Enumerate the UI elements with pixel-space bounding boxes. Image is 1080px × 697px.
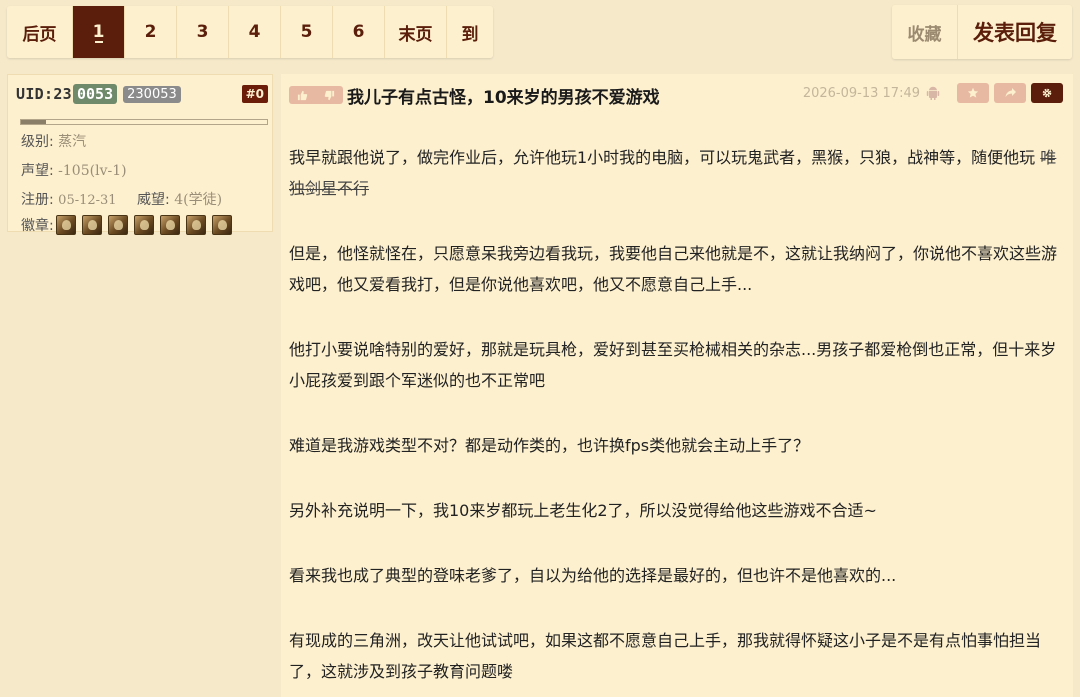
medals-row: 徽章:	[21, 215, 238, 235]
share-icon[interactable]	[994, 83, 1026, 103]
prestige-label: 声望:	[21, 163, 54, 179]
uid-highlight[interactable]: 0053	[73, 84, 118, 104]
floor-number[interactable]: #0	[241, 85, 268, 103]
page-button[interactable]: 5	[281, 6, 333, 58]
gear-icon[interactable]	[1031, 83, 1063, 103]
favorite-button[interactable]: 收藏	[892, 5, 958, 59]
thumbs-up-icon[interactable]	[289, 86, 316, 104]
level-progress-bar	[20, 119, 268, 125]
post-time: 2026-09-13 17:49	[802, 85, 920, 101]
level-progress-fill	[21, 120, 46, 124]
page-button[interactable]: 到	[447, 6, 493, 58]
post-paragraph: 他打小要说啥特别的爱好，那就是玩具枪，爱好到甚至买枪械相关的杂志...男孩子都爱…	[289, 340, 1057, 390]
page-button[interactable]: 末页	[385, 6, 447, 58]
reg-label: 注册:	[21, 192, 54, 208]
page-button[interactable]: 6	[333, 6, 385, 58]
post-paragraph: 看来我也成了典型的登味老爹了，自以为给他的选择是最好的，但也许不是他喜欢的...	[289, 566, 897, 585]
page-button[interactable]: 2	[125, 6, 177, 58]
level-label: 级别:	[21, 134, 54, 150]
medals-label: 徽章:	[21, 218, 54, 234]
power-label: 威望:	[137, 192, 170, 208]
pagination: 后页 1 2 3 4 5 6 末页到	[7, 6, 493, 58]
paragraph-text: 我早就跟他说了，做完作业后，允许他玩1小时我的电脑，可以玩鬼武者，黑猴，只狼，战…	[289, 148, 1041, 167]
user-info-panel: UID:23 0053 230053 #0 级别: 蒸汽 声望: -105(lv…	[7, 74, 273, 235]
post-paragraph: 另外补充说明一下，我10来岁都玩上老生化2了，所以没觉得给他这些游戏不合适~	[289, 501, 877, 520]
post-body: 我早就跟他说了，做完作业后，允许他玩1小时我的电脑，可以玩鬼武者，黑猴，只狼，战…	[289, 142, 1059, 697]
page-button[interactable]: 后页	[7, 6, 73, 58]
level-value: 蒸汽	[58, 134, 87, 150]
post-content: 我儿子有点古怪，10来岁的男孩不爱游戏 2026-09-13 17:49 我早就…	[281, 74, 1073, 697]
post-paragraph: 难道是我游戏类型不对？都是动作类的，也许换fps类他就会主动上手了？	[289, 436, 810, 455]
post-container: UID:23 0053 230053 #0 级别: 蒸汽 声望: -105(lv…	[0, 66, 1080, 697]
prestige-value: -105(lv-1)	[58, 163, 127, 179]
power-value: 4(学徒)	[174, 192, 223, 208]
post-paragraph: 我早就跟他说了，做完作业后，允许他玩1小时我的电脑，可以玩鬼武者，黑猴，只狼，战…	[289, 142, 1059, 204]
star-icon[interactable]	[957, 83, 989, 103]
medal-icon[interactable]	[211, 215, 232, 235]
post-paragraph: 有现成的三角洲，改天让他试试吧，如果这都不愿意自己上手，那我就得怀疑这小子是不是…	[289, 631, 1042, 681]
reply-button[interactable]: 发表回复	[958, 5, 1072, 59]
medal-icon[interactable]	[133, 215, 154, 235]
page-button[interactable]: 4	[229, 6, 281, 58]
registration-info: 注册: 05-12-31 威望: 4(学徒)	[21, 189, 222, 209]
uid-row: UID:23 0053 230053	[16, 83, 181, 105]
reg-value: 05-12-31	[58, 193, 117, 208]
medal-icon[interactable]	[55, 215, 76, 235]
page-current[interactable]: 1	[73, 6, 125, 58]
page-button[interactable]: 3	[177, 6, 229, 58]
medal-icon[interactable]	[81, 215, 102, 235]
post-paragraph: 但是，他怪就怪在，只愿意呆我旁边看我玩，我要他自己来他就是不，这就让我纳闷了，你…	[289, 244, 1058, 294]
medal-icon[interactable]	[107, 215, 128, 235]
medal-icon[interactable]	[159, 215, 180, 235]
post-title: 我儿子有点古怪，10来岁的男孩不爱游戏	[347, 87, 660, 108]
post-actions: 收藏 发表回复	[892, 5, 1072, 59]
prestige-info: 声望: -105(lv-1)	[21, 160, 127, 180]
top-toolbar: 后页 1 2 3 4 5 6 末页到 收藏 发表回复	[0, 0, 1080, 66]
vote-box	[289, 86, 343, 104]
post-meta: 2026-09-13 17:49	[803, 82, 1063, 104]
thumbs-down-icon[interactable]	[316, 86, 343, 104]
post-title-bar: 我儿子有点古怪，10来岁的男孩不爱游戏	[289, 84, 660, 108]
uid-badge[interactable]: 230053	[123, 85, 181, 103]
medal-icon[interactable]	[185, 215, 206, 235]
uid-prefix: UID:23	[16, 85, 72, 103]
android-icon	[926, 86, 940, 100]
level-info: 级别: 蒸汽	[21, 131, 86, 151]
